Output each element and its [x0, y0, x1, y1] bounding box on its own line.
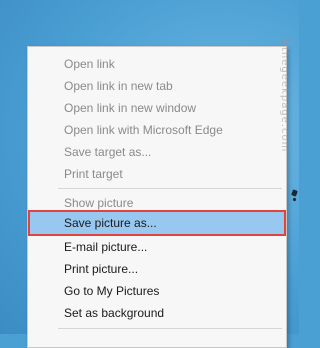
desktop-speck: [291, 189, 298, 197]
menu-item-email-picture[interactable]: E-mail picture...: [29, 236, 285, 258]
menu-item-set-as-background[interactable]: Set as background: [29, 302, 285, 324]
menu-item-save-picture-as[interactable]: Save picture as...: [28, 210, 286, 236]
watermark-text: @thegeekpage.com: [279, 36, 290, 153]
menu-item-open-link-new-tab[interactable]: Open link in new tab: [29, 75, 285, 97]
menu-item-open-link-new-window[interactable]: Open link in new window: [29, 97, 285, 119]
desktop-speck-small: [292, 197, 297, 202]
menu-separator-bottom: [58, 328, 282, 329]
menu-item-go-to-my-pictures[interactable]: Go to My Pictures: [29, 280, 285, 302]
menu-item-print-target[interactable]: Print target: [29, 163, 285, 185]
menu-item-save-target-as[interactable]: Save target as...: [29, 141, 285, 163]
menu-item-open-link[interactable]: Open link: [29, 53, 285, 75]
menu-separator: [58, 188, 282, 189]
menu-item-print-picture[interactable]: Print picture...: [29, 258, 285, 280]
context-menu: Open link Open link in new tab Open link…: [27, 46, 287, 348]
menu-item-open-link-edge[interactable]: Open link with Microsoft Edge: [29, 119, 285, 141]
